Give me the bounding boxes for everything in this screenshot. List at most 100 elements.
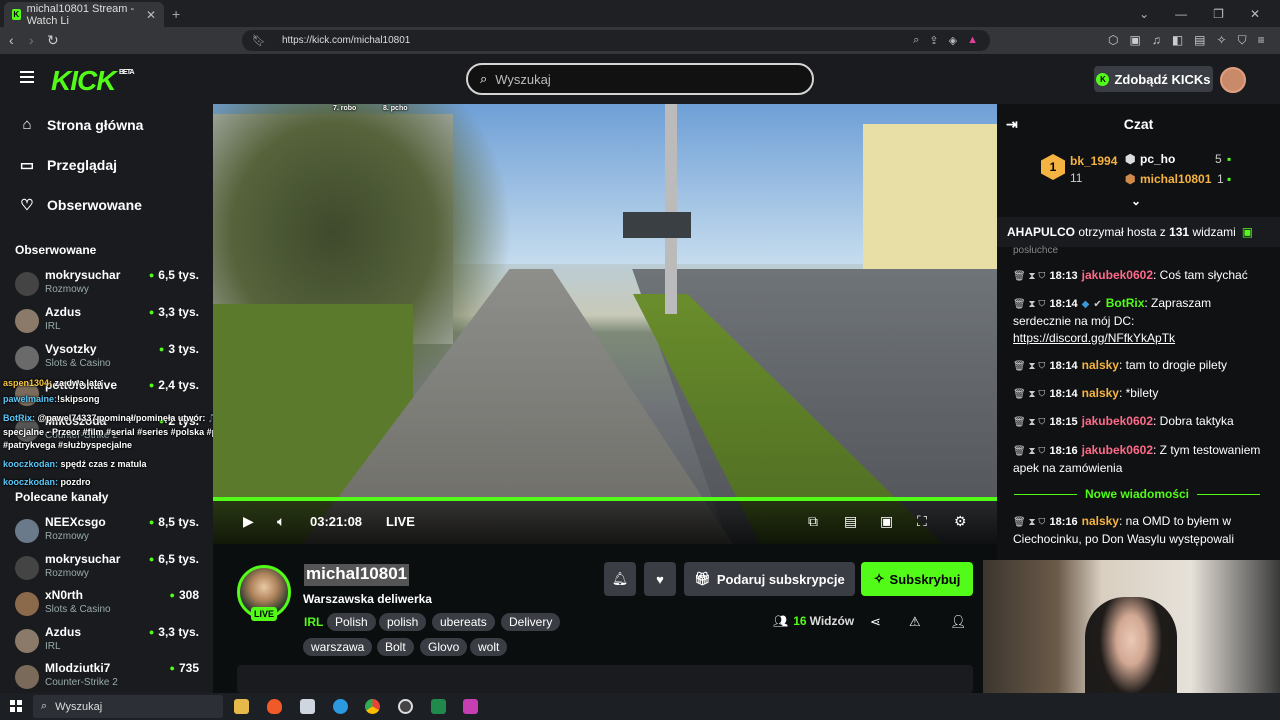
search-placeholder: Wyszukaj [495,71,551,87]
minimize-button[interactable]: — [1175,7,1187,21]
reload-icon[interactable]: ↻ [47,32,59,49]
chat-message: 🗑 ⧗ ⛉ 18:14 nalsky: tam to drogie pilety [1013,358,1228,372]
gift-icon: 🎁︎ [694,571,711,586]
followed-channel[interactable]: mokrysuchar Rozmowy 6,5 tys. [15,268,205,302]
follow-button[interactable]: ♥ [644,562,676,596]
close-window-button[interactable]: ✕ [1250,7,1260,21]
channel-name[interactable]: michal10801 [304,564,410,586]
app-icon[interactable] [300,699,315,714]
followed-channel[interactable]: Vysotzky Slots & Casino 3 tys. [15,342,205,376]
recommended-channel[interactable]: mokrysuchar Rozmowy 6,5 tys. [15,552,205,586]
vpn-icon[interactable]: ⛉ [1238,33,1247,48]
tag[interactable]: Polish [327,613,376,631]
leaderboard-name[interactable]: pc_ho [1140,152,1175,166]
recommended-channel[interactable]: NEEXcsgo Rozmowy 8,5 tys. [15,515,205,549]
sidebar-icon[interactable]: ◧ [1172,33,1183,48]
leaderboard-name[interactable]: michal10801 [1140,172,1211,186]
browser-tab[interactable]: K michal10801 Stream - Watch Li ✕ [4,2,164,27]
kick-logo[interactable]: KICK BETA [51,65,135,97]
nav-home[interactable]: ⌂ Strona główna [18,116,143,133]
avatar [15,665,39,689]
zoom-icon[interactable]: ⌕ [913,34,919,47]
leaderboard-name[interactable]: bk_1994 [1070,154,1117,168]
report-icon[interactable]: ⚠ [909,614,921,630]
app-icon[interactable] [463,699,478,714]
recommended-channel[interactable]: Mlodziutki7 Counter-Strike 2 735 [15,661,205,693]
ai-icon[interactable]: ✧ [1217,33,1227,48]
gift-sub-icon: ▪ [1227,152,1232,166]
user-options-icon[interactable]: 👤︎ [950,614,967,630]
menu-icon[interactable]: ≡ [1258,33,1265,48]
followed-heading: Obserwowane [15,243,97,257]
window-controls: ⌄ — ❐ ✕ [1139,0,1280,27]
nav-browse[interactable]: ▭ Przeglądaj [18,156,117,174]
overlay-chat-line: aspen1304: za dwa lata [3,378,103,388]
user-avatar[interactable] [1220,67,1246,93]
tag[interactable]: warszawa [303,638,373,656]
wallet2-icon[interactable]: ▤ [1194,33,1205,48]
chat-header: ⇥ Czat [997,104,1280,144]
nav-following[interactable]: ♡ Obserwowane [18,196,142,214]
tag[interactable]: wolt [470,638,508,656]
tag[interactable]: ubereats [432,613,495,631]
stream-category[interactable]: IRL [304,615,323,629]
play-icon[interactable]: ▶ [243,513,254,530]
settings-gear-icon[interactable]: ⚙ [954,513,967,530]
avatar [15,556,39,580]
file-explorer-icon[interactable] [234,699,249,714]
taskbar-search[interactable]: ⌕ Wyszukaj [33,695,223,718]
chat-panel: ⇥ Czat 1 bk_1994 11 ⬢ pc_ho 5 ▪ ⬢ michal… [997,104,1280,560]
chrome-icon[interactable] [365,699,380,714]
clip-icon[interactable]: ▤ [844,513,857,530]
bookmark-icon[interactable]: 🔖︎ [252,34,266,47]
edge-icon[interactable] [333,699,348,714]
volume-icon[interactable]: 🔈︎ [277,513,285,530]
wallet-icon[interactable]: ▣ [1129,33,1140,48]
video-player[interactable]: 7. robo 8. pcho ▶ 🔈︎ 03:21:08 LIVE ⧉ ▤ ▣… [213,104,997,544]
obs-icon[interactable] [398,699,413,714]
new-messages-divider[interactable]: Nowe wiadomości [1006,487,1268,501]
leaderboard-value: 5 [1215,152,1222,166]
address-bar[interactable]: 🔖︎ https://kick.com/michal10801 ⌕ ⇪ ◈ ▲ [242,30,990,51]
followed-channel[interactable]: Azdus IRL 3,3 tys. [15,305,205,339]
app-icon[interactable] [431,699,446,714]
share-icon[interactable]: ⇪ [929,34,938,47]
forward-icon[interactable]: › [29,32,34,48]
extensions-icon[interactable]: ⬡ [1108,33,1118,48]
tag[interactable]: polish [379,613,427,631]
tab-search-icon[interactable]: ⌄ [1139,7,1149,21]
search-icon: ⌕ [41,700,48,712]
subscribe-button[interactable]: ✧ Subskrybuj [861,562,973,596]
brave-rewards-icon[interactable]: ▲ [967,34,978,47]
tag[interactable]: Glovo [420,638,468,656]
theater-mode-icon[interactable]: ▣ [880,513,893,530]
gift-subscriptions-button[interactable]: 🎁︎ Podaruj subskrypcje [684,562,855,596]
expand-leaderboard-icon[interactable]: ⌄ [1131,194,1141,208]
heart-icon: ♡ [20,197,34,214]
tag[interactable]: Bolt [377,638,414,656]
recommended-channel[interactable]: Azdus IRL 3,3 tys. [15,625,205,659]
live-badge: LIVE [251,607,277,621]
hamburger-menu-icon[interactable] [20,71,34,83]
windows-start-icon[interactable] [10,700,22,712]
fullscreen-icon[interactable]: ⛶ [917,513,927,530]
recommended-channel[interactable]: xN0rth Slots & Casino 308 [15,588,205,622]
tag[interactable]: Delivery [501,613,561,631]
share-icon[interactable]: ⋖ [870,614,881,630]
brave-icon[interactable] [267,699,282,714]
chat-message: 🗑 ⧗ ⛉ 18:16 nalsky: na OMD to byłem w Ciec… [1013,514,1234,546]
collapse-chat-icon[interactable]: ⇥ [1006,116,1018,133]
discord-link[interactable]: https://discord.gg/NFfkYkApTk [1013,331,1175,345]
music-icon[interactable]: ♫ [1152,33,1161,48]
brave-shield-icon[interactable]: ◈ [949,34,957,47]
back-icon[interactable]: ‹ [9,32,14,48]
maximize-button[interactable]: ❐ [1213,7,1224,21]
miniplayer-icon[interactable]: ⧉ [808,513,818,530]
notification-bell-button[interactable]: 🔔︎ [604,562,636,596]
get-kicks-button[interactable]: K Zdobądź KICKs [1094,66,1213,92]
tab-close-icon[interactable]: ✕ [146,8,156,22]
search-input[interactable]: ⌕ Wyszukaj [466,63,814,95]
new-tab-button[interactable]: + [172,6,180,22]
avatar [15,629,39,653]
leaderboard-value: 11 [1070,171,1083,185]
